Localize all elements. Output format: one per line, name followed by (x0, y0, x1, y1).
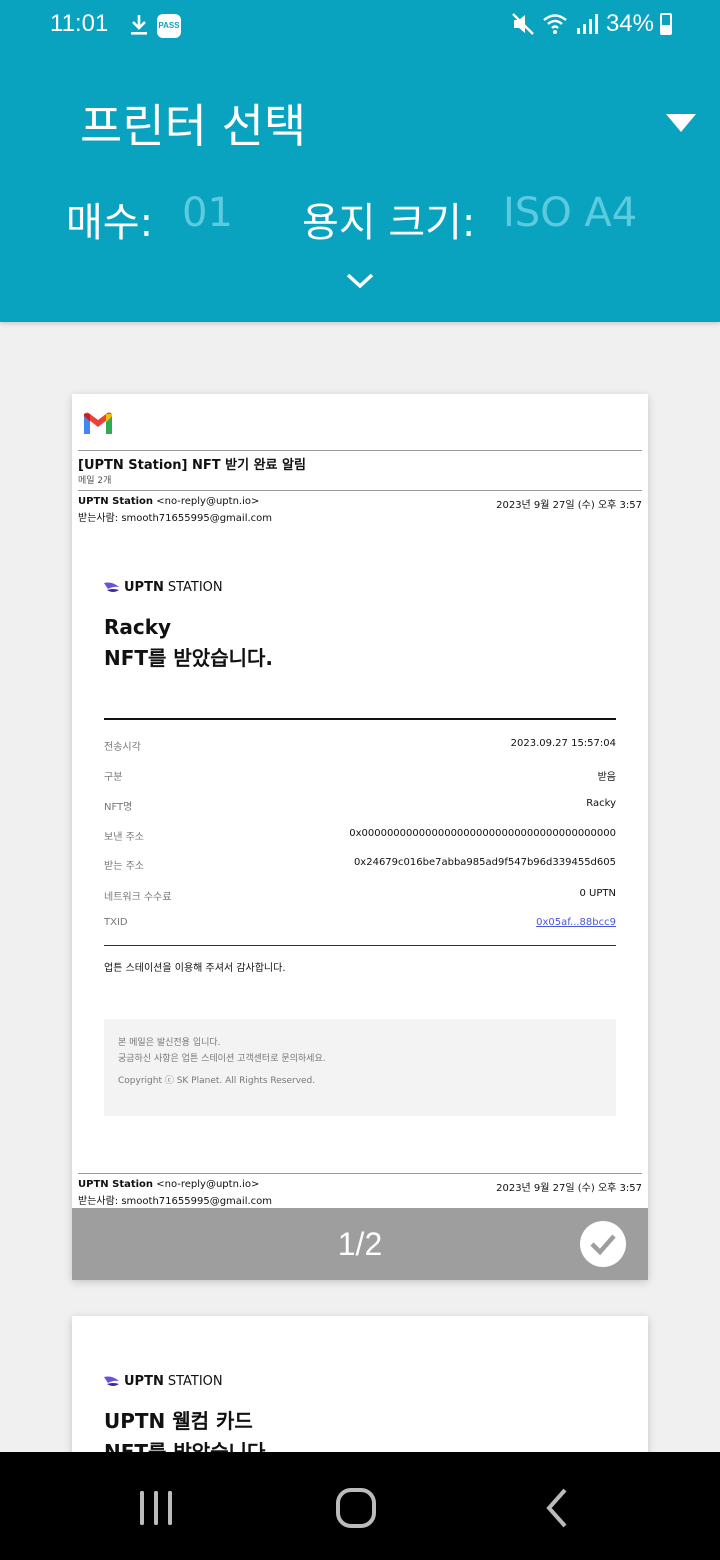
sender: UPTN Station <no-reply@uptn.io> (78, 496, 259, 507)
headline-line-1: UPTN 웰컴 카드 (104, 1409, 253, 1433)
email-date-footer: 2023년 9월 27일 (수) 오후 3:57 (496, 1183, 642, 1194)
download-icon (131, 15, 147, 35)
footer-line-2: 궁금하신 사항은 업튼 스테이션 고객센터로 문의하세요. (118, 1054, 326, 1064)
email-subject: [UPTN Station] NFT 받기 완료 알림 (78, 458, 306, 473)
detail-key: TXID (104, 917, 128, 928)
recipient-footer: 받는사람: smooth71655995@gmail.com (78, 1196, 273, 1207)
navigation-bar (0, 1452, 720, 1560)
gmail-logo-icon (84, 412, 112, 434)
footer-copyright: Copyright ⓒ SK Planet. All Rights Reserv… (118, 1076, 316, 1086)
status-bar: 11:01 PASS 34% (0, 0, 720, 52)
recent-apps-icon[interactable] (134, 1486, 178, 1530)
divider (78, 1173, 642, 1174)
back-icon[interactable] (537, 1486, 581, 1530)
mute-icon (512, 13, 534, 35)
detail-row-to-address: 받는 주소 0x24679c016be7abba985ad9f547b96d33… (104, 857, 616, 872)
copies-value[interactable]: 01 (182, 190, 233, 236)
headline: Racky NFT를 받았습니다. (104, 612, 273, 674)
footer-notice: 본 메일은 발신전용 입니다. 궁금하신 사항은 업튼 스테이션 고객센터로 문… (104, 1019, 616, 1116)
divider-thick (104, 718, 616, 720)
signal-icon (576, 14, 598, 34)
sender-address: <no-reply@uptn.io> (156, 1179, 260, 1190)
sender-address: <no-reply@uptn.io> (156, 496, 260, 507)
dropdown-arrow-icon[interactable] (666, 114, 696, 132)
uptn-brand: UPTN STATION (104, 1374, 223, 1389)
detail-value: 0 UPTN (579, 888, 616, 899)
detail-value: Racky (586, 798, 616, 809)
detail-value: 0x00000000000000000000000000000000000000… (349, 828, 616, 839)
pass-app-icon: PASS (157, 14, 181, 38)
footer-line-1: 본 메일은 발신전용 입니다. (118, 1038, 221, 1048)
detail-key: 네트워크 수수료 (104, 892, 172, 903)
detail-key: 받는 주소 (104, 861, 144, 872)
detail-value: 0x24679c016be7abba985ad9f547b96d339455d6… (353, 857, 616, 868)
print-options-header: 프린터 선택 매수: 01 용지 크기: ISO A4 (0, 52, 720, 322)
detail-row-type: 구분 받음 (104, 768, 616, 783)
headline-line-2: NFT를 받았습니다. (104, 646, 274, 670)
sender-name: UPTN Station (78, 496, 154, 507)
detail-key: 구분 (104, 772, 123, 783)
divider (78, 490, 642, 491)
print-preview-page-1[interactable]: [UPTN Station] NFT 받기 완료 알림 메일 2개 UPTN S… (72, 394, 648, 1280)
email-count: 메일 2개 (78, 476, 112, 486)
detail-row-network-fee: 네트워크 수수료 0 UPTN (104, 888, 616, 903)
uptn-logo-icon (104, 582, 119, 592)
battery-percent: 34% (605, 10, 654, 37)
sender-footer: UPTN Station <no-reply@uptn.io> (78, 1179, 259, 1190)
chevron-down-icon[interactable] (345, 270, 375, 292)
brand-name-rest: STATION (167, 1374, 223, 1389)
paper-size-label: 용지 크기: (302, 200, 476, 246)
detail-key: NFT명 (104, 802, 133, 813)
divider (78, 450, 642, 451)
detail-value: 2023.09.27 15:57:04 (510, 738, 616, 749)
thanks-message: 업튼 스테이션을 이용해 주셔서 감사합니다. (104, 963, 286, 974)
home-icon[interactable] (334, 1486, 378, 1530)
detail-value: 받음 (597, 772, 616, 783)
detail-row-from-address: 보낸 주소 0x00000000000000000000000000000000… (104, 828, 616, 843)
email-date: 2023년 9월 27일 (수) 오후 3:57 (496, 500, 642, 511)
brand-name-rest: STATION (167, 580, 223, 595)
detail-row-txid: TXID 0x05af...88bcc9 (104, 917, 616, 931)
detail-key: 보낸 주소 (104, 832, 144, 843)
page-number: 1/2 (337, 1226, 383, 1262)
detail-row-nft-name: NFT명 Racky (104, 798, 616, 813)
uptn-brand: UPTN STATION (104, 580, 223, 595)
brand-name-bold: UPTN (124, 1374, 164, 1389)
status-time: 11:01 (50, 10, 109, 37)
headline-line-1: Racky (104, 615, 172, 639)
check-icon (590, 1234, 616, 1256)
page-select-checkbox[interactable] (580, 1221, 626, 1267)
recipient: 받는사람: smooth71655995@gmail.com (78, 513, 273, 524)
uptn-logo-icon (104, 1376, 119, 1386)
printer-select[interactable]: 프린터 선택 (80, 90, 306, 156)
sender-name: UPTN Station (78, 1179, 154, 1190)
divider (104, 945, 616, 946)
txid-link[interactable]: 0x05af...88bcc9 (536, 917, 616, 928)
wifi-icon (543, 14, 567, 34)
battery-icon (660, 13, 672, 35)
copies-label: 매수: (66, 200, 154, 246)
page-indicator-bar: 1/2 (72, 1208, 648, 1280)
detail-row-sent-time: 전송시각 2023.09.27 15:57:04 (104, 738, 616, 753)
brand-name-bold: UPTN (124, 580, 164, 595)
detail-key: 전송시각 (104, 742, 141, 753)
paper-size-value[interactable]: ISO A4 (503, 190, 637, 236)
